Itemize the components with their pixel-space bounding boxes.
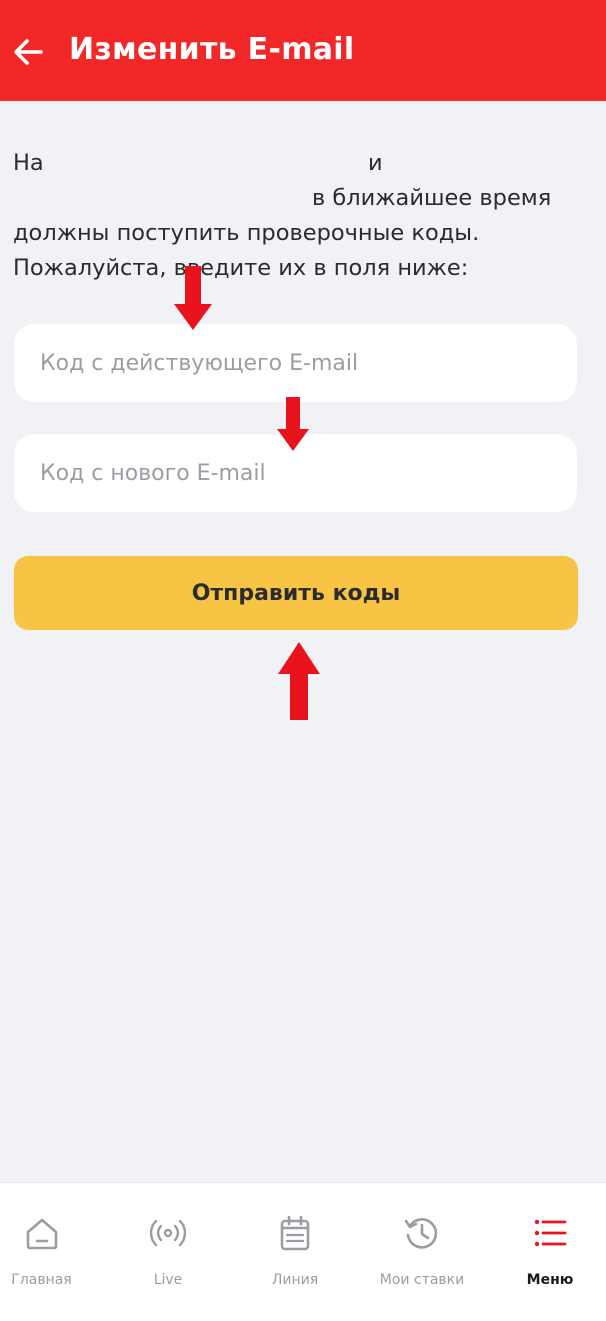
nav-item-home[interactable]: Главная (0, 1183, 83, 1321)
nav-item-menu[interactable]: Меню (512, 1183, 588, 1321)
annotation-arrow-down-icon (174, 266, 212, 330)
nav-label: Live (153, 1272, 183, 1288)
page-title: Изменить E-mail (69, 32, 355, 67)
intro-line-3: должны поступить проверочные коды. (13, 220, 480, 246)
annotation-arrow-up-icon (278, 642, 320, 720)
calendar-icon (280, 1215, 310, 1251)
menu-list-icon (534, 1219, 567, 1247)
arrow-left-icon (14, 39, 43, 65)
back-button[interactable] (8, 30, 48, 74)
app-header: Изменить E-mail (0, 0, 606, 101)
intro-line-1-end: и (368, 150, 383, 176)
nav-item-my-bets[interactable]: Мои ставки (370, 1183, 474, 1321)
nav-item-live[interactable]: Live (128, 1183, 208, 1321)
broadcast-icon (149, 1219, 187, 1247)
nav-label: Мои ставки (379, 1272, 465, 1288)
nav-item-line[interactable]: Линия (255, 1183, 335, 1321)
nav-label: Линия (271, 1272, 319, 1288)
submit-codes-button[interactable]: Отправить коды (14, 556, 578, 630)
annotation-arrow-down-icon (277, 397, 309, 451)
intro-line-1-start: На (13, 150, 44, 176)
nav-label: Главная (11, 1272, 72, 1288)
bottom-navigation: Главная Live Линия Мои ставки Меню (0, 1182, 606, 1321)
nav-label: Меню (526, 1272, 574, 1288)
history-icon (404, 1218, 438, 1249)
intro-line-2: в ближайшее время (312, 185, 552, 211)
intro-line-4: Пожалуйста, введите их в поля ниже: (13, 255, 469, 281)
home-icon (26, 1218, 57, 1250)
current-email-code-input[interactable] (14, 324, 577, 402)
